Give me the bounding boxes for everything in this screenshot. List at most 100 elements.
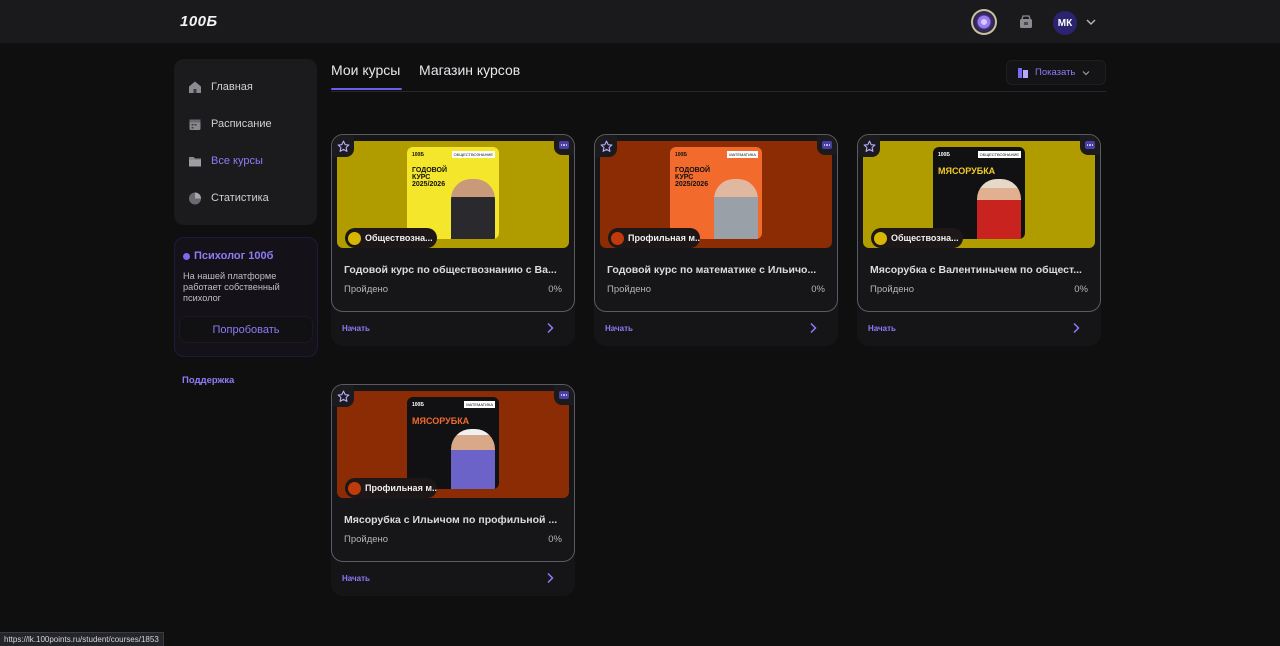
sidebar-item-label: Расписание: [211, 118, 272, 130]
subject-label: Профильная м...: [628, 233, 700, 243]
psychologist-title-text: Психолог 100б: [194, 250, 274, 262]
try-psychologist-button[interactable]: Попробовать: [179, 316, 313, 343]
support-link[interactable]: Поддержка: [182, 375, 234, 386]
chevron-right-icon[interactable]: [1071, 322, 1081, 334]
course-title: Мясорубка с Ильичом по профильной ...: [344, 514, 558, 526]
subject-color-icon: [348, 481, 361, 495]
teacher-photo: [714, 179, 758, 239]
start-course-link[interactable]: Начать: [342, 324, 370, 333]
subject-label: Обществозна...: [891, 233, 959, 243]
subject-badge: Профильная м...: [608, 228, 700, 248]
subject-badge: Обществозна...: [871, 228, 963, 248]
psychologist-text: На нашей платформе работает собственный …: [183, 271, 280, 303]
course-card-body[interactable]: 100Б МАТЕМАТИКА ГОДОВОЙ КУРС 2025/2026 П…: [594, 134, 838, 312]
favorite-star-icon[interactable]: [332, 385, 354, 407]
course-status: Пройдено: [870, 284, 915, 295]
course-poster-image: 100Б МАТЕМАТИКА ГОДОВОЙ КУРС 2025/2026: [670, 147, 762, 239]
poster-brand: 100Б: [412, 152, 424, 158]
course-card-body[interactable]: 100Б ОБЩЕСТВОЗНАНИЕ МЯСОРУБКА Обществозн…: [857, 134, 1101, 312]
teacher-photo: [451, 179, 495, 239]
sidebar-nav: Главная Расписание Все курсы Статистика: [174, 59, 317, 225]
home-icon: [189, 81, 201, 93]
sparkle-icon: [183, 252, 190, 260]
start-course-link[interactable]: Начать: [868, 324, 896, 333]
poster-title: МЯСОРУБКА: [412, 416, 470, 426]
more-options-icon[interactable]: [554, 135, 574, 155]
filter-icon: [1018, 67, 1028, 78]
subject-badge: Профильная м...: [345, 478, 437, 498]
start-course-link[interactable]: Начать: [342, 574, 370, 583]
more-options-icon[interactable]: [1080, 135, 1100, 155]
psychologist-card: Психолог 100б На нашей платформе работае…: [174, 237, 318, 357]
poster-title: МЯСОРУБКА: [938, 166, 996, 176]
psychologist-title: Психолог 100б: [183, 250, 273, 262]
subject-color-icon: [348, 231, 361, 245]
top-bar: 100Б МК: [0, 0, 1280, 44]
show-filter-button[interactable]: Показать: [1006, 60, 1106, 85]
poster-tag: МАТЕМАТИКА: [464, 401, 495, 408]
course-poster-image: 100Б МАТЕМАТИКА МЯСОРУБКА: [407, 397, 499, 489]
start-course-link[interactable]: Начать: [605, 324, 633, 333]
course-card-body[interactable]: 100Б ОБЩЕСТВОЗНАНИЕ ГОДОВОЙ КУРС 2025/20…: [331, 134, 575, 312]
pie-chart-icon: [189, 192, 201, 205]
sidebar-item-label: Статистика: [211, 192, 269, 204]
chevron-right-icon[interactable]: [808, 322, 818, 334]
poster-brand: 100Б: [938, 152, 950, 158]
coin-icon[interactable]: [971, 9, 997, 35]
logo[interactable]: 100Б: [180, 13, 218, 30]
tab-course-store[interactable]: Магазин курсов: [419, 62, 520, 78]
tab-my-courses[interactable]: Мои курсы: [331, 62, 400, 78]
course-status: Пройдено: [607, 284, 652, 295]
teacher-photo: [451, 429, 495, 489]
poster-title: ГОДОВОЙ КУРС 2025/2026: [675, 167, 711, 188]
poster-tag: ОБЩЕСТВОЗНАНИЕ: [977, 151, 1021, 158]
active-tab-indicator: [331, 88, 402, 90]
chevron-down-icon: [1082, 70, 1090, 75]
course-title: Годовой курс по математике с Ильичо...: [607, 264, 817, 276]
favorite-star-icon[interactable]: [595, 135, 617, 157]
course-card-body[interactable]: 100Б МАТЕМАТИКА МЯСОРУБКА Профильная м..…: [331, 384, 575, 562]
course-title: Годовой курс по обществознанию с Ва...: [344, 264, 557, 276]
favorite-star-icon[interactable]: [858, 135, 880, 157]
subject-label: Обществозна...: [365, 233, 433, 243]
course-card[interactable]: 100Б ОБЩЕСТВОЗНАНИЕ ГОДОВОЙ КУРС 2025/20…: [331, 134, 575, 346]
shop-icon[interactable]: [1018, 14, 1034, 30]
sidebar-item-statistics[interactable]: Статистика: [188, 188, 313, 208]
tabs-divider: [331, 91, 1106, 92]
course-status: Пройдено: [344, 534, 389, 545]
course-poster-image: 100Б ОБЩЕСТВОЗНАНИЕ МЯСОРУБКА: [933, 147, 1025, 239]
subject-color-icon: [611, 231, 624, 245]
poster-tag: МАТЕМАТИКА: [727, 151, 758, 158]
more-options-icon[interactable]: [817, 135, 837, 155]
course-card[interactable]: 100Б ОБЩЕСТВОЗНАНИЕ МЯСОРУБКА Обществозн…: [857, 134, 1101, 346]
poster-tag: ОБЩЕСТВОЗНАНИЕ: [451, 151, 495, 158]
sidebar-item-all-courses[interactable]: Все курсы: [188, 151, 313, 171]
course-title: Мясорубка с Валентинычем по общест...: [870, 264, 1082, 276]
course-card[interactable]: 100Б МАТЕМАТИКА МЯСОРУБКА Профильная м..…: [331, 384, 575, 596]
poster-brand: 100Б: [675, 152, 687, 158]
folder-icon: [189, 157, 201, 167]
sidebar-item-schedule[interactable]: Расписание: [188, 114, 313, 134]
chevron-right-icon[interactable]: [545, 572, 555, 584]
sidebar-item-label: Главная: [211, 81, 253, 93]
avatar[interactable]: МК: [1053, 11, 1077, 35]
course-progress: 0%: [548, 284, 562, 295]
course-progress: 0%: [548, 534, 562, 545]
status-bar-url: https://lk.100points.ru/student/courses/…: [0, 632, 164, 646]
course-card[interactable]: 100Б МАТЕМАТИКА ГОДОВОЙ КУРС 2025/2026 П…: [594, 134, 838, 346]
chevron-right-icon[interactable]: [545, 322, 555, 334]
subject-color-icon: [874, 231, 887, 245]
favorite-star-icon[interactable]: [332, 135, 354, 157]
course-progress: 0%: [811, 284, 825, 295]
poster-title: ГОДОВОЙ КУРС 2025/2026: [412, 167, 448, 188]
chevron-down-icon[interactable]: [1085, 16, 1097, 28]
show-filter-label: Показать: [1035, 67, 1076, 78]
subject-badge: Обществозна...: [345, 228, 437, 248]
more-options-icon[interactable]: [554, 385, 574, 405]
sidebar-item-label: Все курсы: [211, 155, 263, 167]
course-poster-image: 100Б ОБЩЕСТВОЗНАНИЕ ГОДОВОЙ КУРС 2025/20…: [407, 147, 499, 239]
sidebar-item-home[interactable]: Главная: [188, 77, 313, 97]
course-status: Пройдено: [344, 284, 389, 295]
teacher-photo: [977, 179, 1021, 239]
poster-brand: 100Б: [412, 402, 424, 408]
